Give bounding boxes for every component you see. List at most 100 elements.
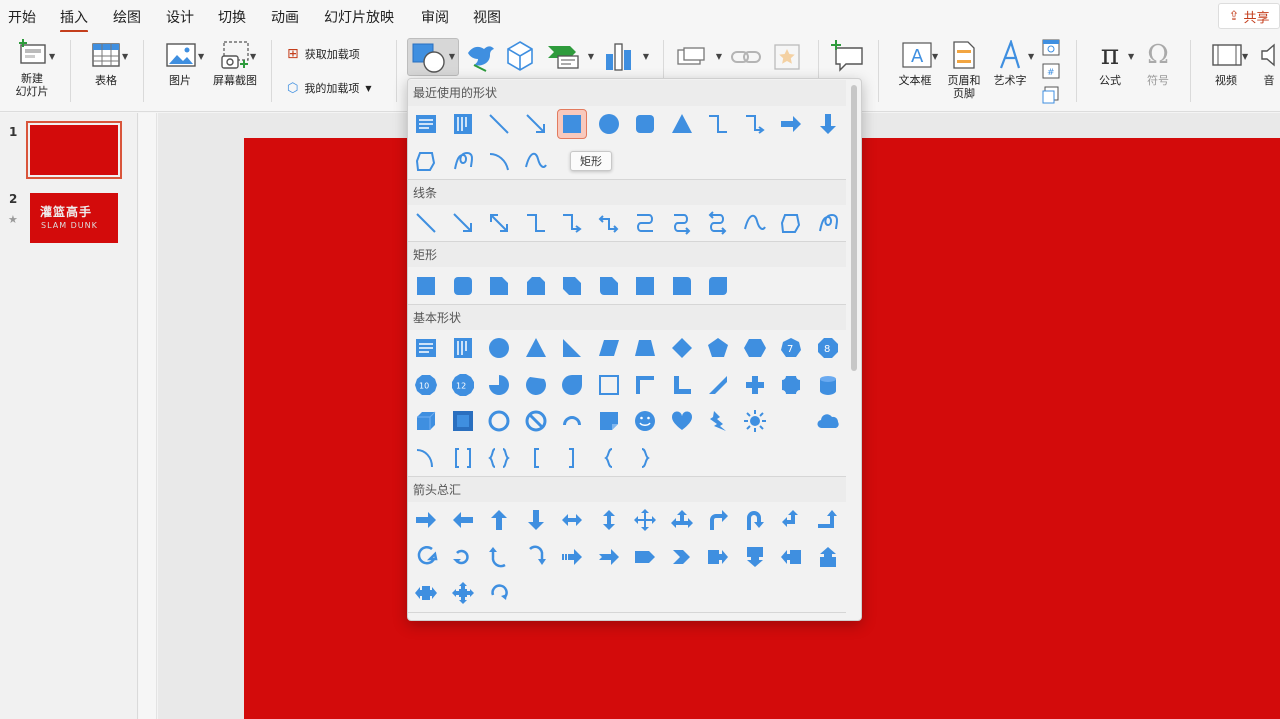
scribble-shape-icon[interactable] <box>813 208 843 238</box>
bentup-shape-icon[interactable] <box>813 505 843 535</box>
snipround-shape-icon[interactable] <box>594 271 624 301</box>
bolt-shape-icon[interactable] <box>703 406 733 436</box>
3d-models-button[interactable] <box>503 39 537 73</box>
arc-shape-icon[interactable] <box>484 146 514 176</box>
chevron-down-icon[interactable]: ▼ <box>198 52 204 61</box>
elbow-shape-icon[interactable] <box>703 109 733 139</box>
action-button[interactable]: ▼ <box>676 46 722 68</box>
arcline-shape-icon[interactable] <box>411 443 441 473</box>
striped-shape-icon[interactable] <box>557 542 587 572</box>
chevron-down-icon[interactable]: ▼ <box>932 52 938 61</box>
heart-shape-icon[interactable] <box>667 406 697 436</box>
diamond-shape-icon[interactable] <box>667 333 697 363</box>
dblarrow-shape-icon[interactable] <box>484 208 514 238</box>
chevron-down-icon[interactable]: ▼ <box>49 52 55 61</box>
picture-button[interactable]: 图片 <box>158 40 202 87</box>
slide-thumbnail-2[interactable]: 灌篮高手 SLAM DUNK <box>30 193 118 243</box>
chevron-down-icon[interactable]: ▼ <box>1242 52 1248 61</box>
thumbnail-scroll-gutter[interactable] <box>139 113 157 719</box>
rrect-shape-icon[interactable] <box>448 271 478 301</box>
menu-tab-2[interactable]: 绘图 <box>113 7 141 27</box>
menu-tab-1[interactable]: 插入 <box>60 7 88 33</box>
frame-shape-icon[interactable] <box>594 370 624 400</box>
arrowline-shape-icon[interactable] <box>448 208 478 238</box>
elbowarrow-shape-icon[interactable] <box>557 208 587 238</box>
cloud-shape-icon[interactable] <box>813 406 843 436</box>
rtri-shape-icon[interactable] <box>557 333 587 363</box>
nosign-shape-icon[interactable] <box>521 406 551 436</box>
zcurve-shape-icon[interactable] <box>630 208 660 238</box>
lbracket-shape-icon[interactable] <box>521 443 551 473</box>
gallery-scrollbar[interactable] <box>851 85 857 371</box>
curveup-shape-icon[interactable] <box>484 542 514 572</box>
freeform-shape-icon[interactable] <box>776 208 806 238</box>
uarrow-shape-icon[interactable] <box>484 505 514 535</box>
textbox-shape-icon[interactable] <box>411 109 441 139</box>
textbox-shape-icon[interactable] <box>411 333 441 363</box>
rrect-shape-icon[interactable] <box>630 109 660 139</box>
new-slide-button[interactable]: 新建 幻灯片 <box>10 38 54 98</box>
curveleft-shape-icon[interactable] <box>448 542 478 572</box>
smiley-shape-icon[interactable] <box>630 406 660 436</box>
trap-shape-icon[interactable] <box>630 333 660 363</box>
curve-shape-icon[interactable] <box>740 208 770 238</box>
zcurvearrow-shape-icon[interactable] <box>667 208 697 238</box>
shapes-button[interactable]: ▼ <box>407 38 459 76</box>
plaque-shape-icon[interactable] <box>776 370 806 400</box>
udarrow-shape-icon[interactable] <box>594 505 624 535</box>
round1-shape-icon[interactable] <box>667 271 697 301</box>
elbow-shape-icon[interactable] <box>521 208 551 238</box>
pentagonarrow-shape-icon[interactable] <box>630 542 660 572</box>
chevron-shape-icon[interactable] <box>667 542 697 572</box>
chevron-down-icon[interactable]: ▼ <box>250 52 256 61</box>
wordart-button[interactable]: 艺术字 <box>990 38 1030 87</box>
lshape-shape-icon[interactable] <box>667 370 697 400</box>
icons-button[interactable] <box>464 39 496 73</box>
curvedown-shape-icon[interactable] <box>521 542 551 572</box>
diagstripe-shape-icon[interactable] <box>703 370 733 400</box>
tri-shape-icon[interactable] <box>667 109 697 139</box>
menu-tab-5[interactable]: 动画 <box>271 7 299 27</box>
elbowdbl-shape-icon[interactable] <box>594 208 624 238</box>
elbowarrow-shape-icon[interactable] <box>740 109 770 139</box>
darrow-shape-icon[interactable] <box>813 109 843 139</box>
line-shape-icon[interactable] <box>484 109 514 139</box>
vtext-shape-icon[interactable] <box>448 109 478 139</box>
foldcorner-shape-icon[interactable] <box>594 406 624 436</box>
audio-button[interactable]: 音 <box>1258 40 1280 87</box>
slide-thumbnail-1[interactable] <box>26 121 122 179</box>
chevron-down-icon[interactable]: ▼ <box>122 52 128 61</box>
dodec-shape-icon[interactable]: 12 <box>448 370 478 400</box>
hept-shape-icon[interactable]: 7 <box>776 333 806 363</box>
rcallout-shape-icon[interactable] <box>703 542 733 572</box>
blockarc-shape-icon[interactable] <box>557 406 587 436</box>
freeform-shape-icon[interactable] <box>411 146 441 176</box>
smartart-button[interactable]: ▼ <box>546 40 594 74</box>
circle-shape-icon[interactable] <box>484 333 514 363</box>
textbox-button[interactable]: A 文本框 <box>890 40 940 87</box>
my-addins-button[interactable]: ⬡ 我的加载项 ▼ <box>287 80 372 96</box>
arrowline-shape-icon[interactable] <box>521 109 551 139</box>
get-addins-button[interactable]: ⊞ 获取加载项 <box>287 46 360 62</box>
lcallout-shape-icon[interactable] <box>776 542 806 572</box>
date-time-button[interactable] <box>1042 38 1060 56</box>
link-button[interactable] <box>730 44 764 70</box>
rect-shape-icon[interactable] <box>630 271 660 301</box>
curve-shape-icon[interactable] <box>521 146 551 176</box>
bevel-shape-icon[interactable] <box>448 406 478 436</box>
plus-shape-icon[interactable] <box>740 370 770 400</box>
lbrace-shape-icon[interactable] <box>594 443 624 473</box>
snip2-shape-icon[interactable] <box>521 271 551 301</box>
header-footer-button[interactable]: 页眉和 页脚 <box>944 40 984 100</box>
menu-tab-6[interactable]: 幻灯片放映 <box>324 7 394 27</box>
rarrow-shape-icon[interactable] <box>411 505 441 535</box>
cube-shape-icon[interactable] <box>411 406 441 436</box>
bentarrow-shape-icon[interactable] <box>703 505 733 535</box>
action-star-button[interactable] <box>772 42 802 72</box>
share-button[interactable]: ⇪ 共享 <box>1218 3 1280 29</box>
leftup-shape-icon[interactable] <box>776 505 806 535</box>
menu-tab-0[interactable]: 开始 <box>8 7 36 27</box>
halfframe-shape-icon[interactable] <box>630 370 660 400</box>
lrup-shape-icon[interactable] <box>667 505 697 535</box>
equation-button[interactable]: π 公式 <box>1090 40 1130 88</box>
